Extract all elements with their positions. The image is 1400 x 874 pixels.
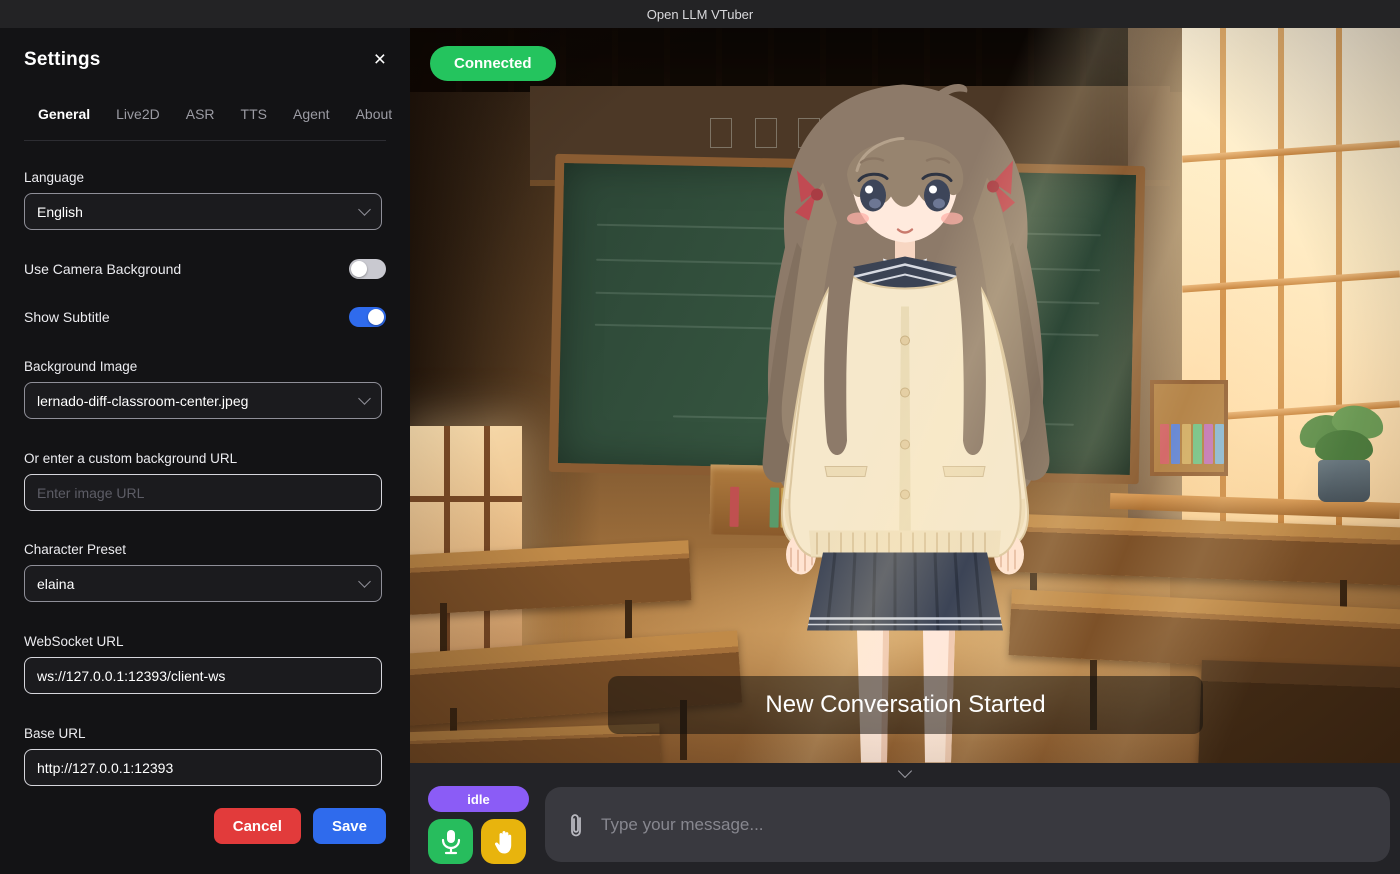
tab-asr[interactable]: ASR [186, 106, 215, 132]
websocket-url-field[interactable] [24, 657, 382, 694]
app-title: Open LLM VTuber [647, 7, 753, 22]
collapse-panel-button[interactable] [410, 765, 1400, 781]
book [1171, 424, 1180, 464]
chevron-down-icon [358, 575, 371, 588]
background-image-label: Background Image [24, 359, 137, 374]
titlebar: Open LLM VTuber [0, 0, 1400, 28]
window-frame [410, 496, 522, 502]
plant-leaf [1315, 430, 1373, 464]
language-value: English [37, 204, 83, 220]
settings-header: Settings × [24, 46, 386, 74]
plant-pot [1318, 460, 1370, 502]
language-select[interactable]: English [24, 193, 382, 230]
interrupt-hand-button[interactable] [481, 819, 526, 864]
character-preset-value: elaina [37, 576, 74, 592]
custom-background-url-input[interactable] [37, 485, 369, 501]
book [1215, 424, 1224, 464]
show-subtitle-toggle[interactable] [349, 307, 386, 327]
custom-background-url-field[interactable] [24, 474, 382, 511]
chevron-down-icon [358, 203, 371, 216]
show-subtitle-label: Show Subtitle [24, 309, 110, 325]
show-subtitle-row: Show Subtitle [24, 306, 386, 328]
book [1193, 424, 1202, 464]
tab-live2d[interactable]: Live2D [116, 106, 160, 132]
character-preset-select[interactable]: elaina [24, 565, 382, 602]
ai-state-label: idle [467, 792, 489, 807]
subtitle-text: New Conversation Started [765, 691, 1045, 719]
book [1182, 424, 1191, 464]
chevron-down-icon [898, 763, 912, 777]
custom-background-url-label: Or enter a custom background URL [24, 451, 237, 466]
background-image-value: lernado-diff-classroom-center.jpeg [37, 393, 248, 409]
cancel-button[interactable]: Cancel [214, 808, 301, 844]
camera-background-row: Use Camera Background [24, 258, 386, 280]
tab-tts[interactable]: TTS [241, 106, 267, 132]
base-url-label: Base URL [24, 726, 86, 741]
subtitle-overlay: New Conversation Started [608, 676, 1203, 734]
language-label: Language [24, 170, 84, 185]
camera-background-toggle[interactable] [349, 259, 386, 279]
book [1204, 424, 1213, 464]
vtuber-stage[interactable]: Connected New Conversation Started [410, 28, 1400, 763]
character-preset-label: Character Preset [24, 542, 126, 557]
connection-status-label: Connected [454, 55, 532, 72]
microphone-button[interactable] [428, 819, 473, 864]
base-url-field[interactable] [24, 749, 382, 786]
camera-background-label: Use Camera Background [24, 261, 181, 277]
base-url-input[interactable] [37, 760, 369, 776]
bookshelf [1150, 380, 1228, 476]
toggle-knob [368, 309, 384, 325]
connection-status-badge: Connected [430, 46, 556, 81]
desk-front-right [1198, 660, 1400, 763]
background-image-select[interactable]: lernado-diff-classroom-center.jpeg [24, 382, 382, 419]
tab-agent[interactable]: Agent [293, 106, 330, 132]
settings-title: Settings [24, 49, 101, 71]
book [1160, 424, 1169, 464]
settings-actions: Cancel Save [214, 808, 386, 844]
ai-state-badge: idle [428, 786, 529, 812]
vtuber-character-live2d[interactable] [705, 62, 1105, 763]
window-frame [1182, 270, 1400, 292]
close-icon[interactable]: × [374, 50, 386, 70]
raised-hand-icon [492, 829, 516, 855]
settings-panel: Settings × General Live2D ASR TTS Agent … [0, 28, 410, 874]
message-input[interactable] [601, 815, 1368, 835]
websocket-url-input[interactable] [37, 668, 369, 684]
tab-general[interactable]: General [38, 106, 90, 132]
window-frame [1182, 140, 1400, 162]
main-panel: Connected New Conversation Started idle [410, 28, 1400, 874]
tabs-divider [24, 140, 386, 141]
tab-about[interactable]: About [356, 106, 393, 132]
save-button[interactable]: Save [313, 808, 386, 844]
message-input-container[interactable] [545, 787, 1390, 862]
app-window: Open LLM VTuber [0, 0, 1400, 874]
settings-tabs: General Live2D ASR TTS Agent About [38, 106, 386, 132]
bottom-control-panel: idle [410, 763, 1400, 874]
chevron-down-icon [358, 392, 371, 405]
microphone-icon [440, 829, 462, 855]
paperclip-icon [567, 812, 585, 838]
toggle-knob [351, 261, 367, 277]
websocket-url-label: WebSocket URL [24, 634, 124, 649]
